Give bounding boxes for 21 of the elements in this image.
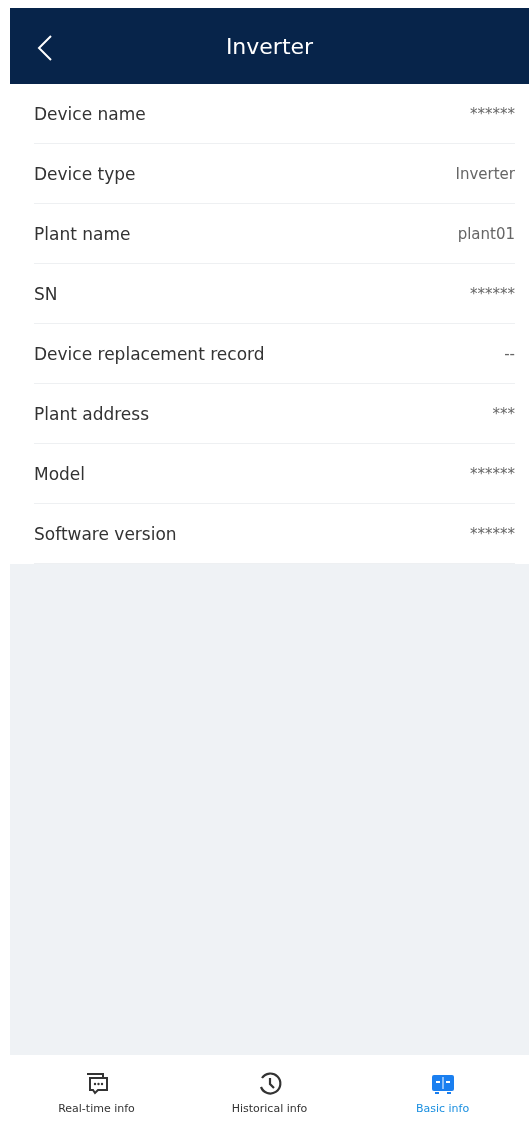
field-label: SN — [34, 283, 58, 304]
field-label: Device name — [34, 103, 146, 124]
field-value: Inverter — [455, 164, 515, 183]
field-value: ****** — [470, 464, 515, 483]
field-label: Plant address — [34, 403, 150, 424]
field-value: ****** — [470, 284, 515, 303]
nav-tab[interactable]: Historical info — [183, 1055, 356, 1129]
field-label: Software version — [34, 523, 177, 544]
nav-tab[interactable]: Real-time info — [10, 1055, 183, 1129]
field-value: ****** — [470, 524, 515, 543]
field-value: *** — [492, 404, 515, 423]
field-value: ****** — [470, 104, 515, 123]
field-label: Model — [34, 463, 86, 484]
back-icon[interactable] — [36, 34, 54, 62]
field-label: Device type — [34, 163, 136, 184]
nav-tab[interactable]: Basic info — [356, 1055, 529, 1129]
field-label: Plant name — [34, 223, 131, 244]
field-label: Device replacement record — [34, 343, 265, 364]
field-value: -- — [504, 344, 515, 363]
page-title: Inverter — [225, 33, 314, 59]
field-value: plant01 — [457, 224, 515, 243]
